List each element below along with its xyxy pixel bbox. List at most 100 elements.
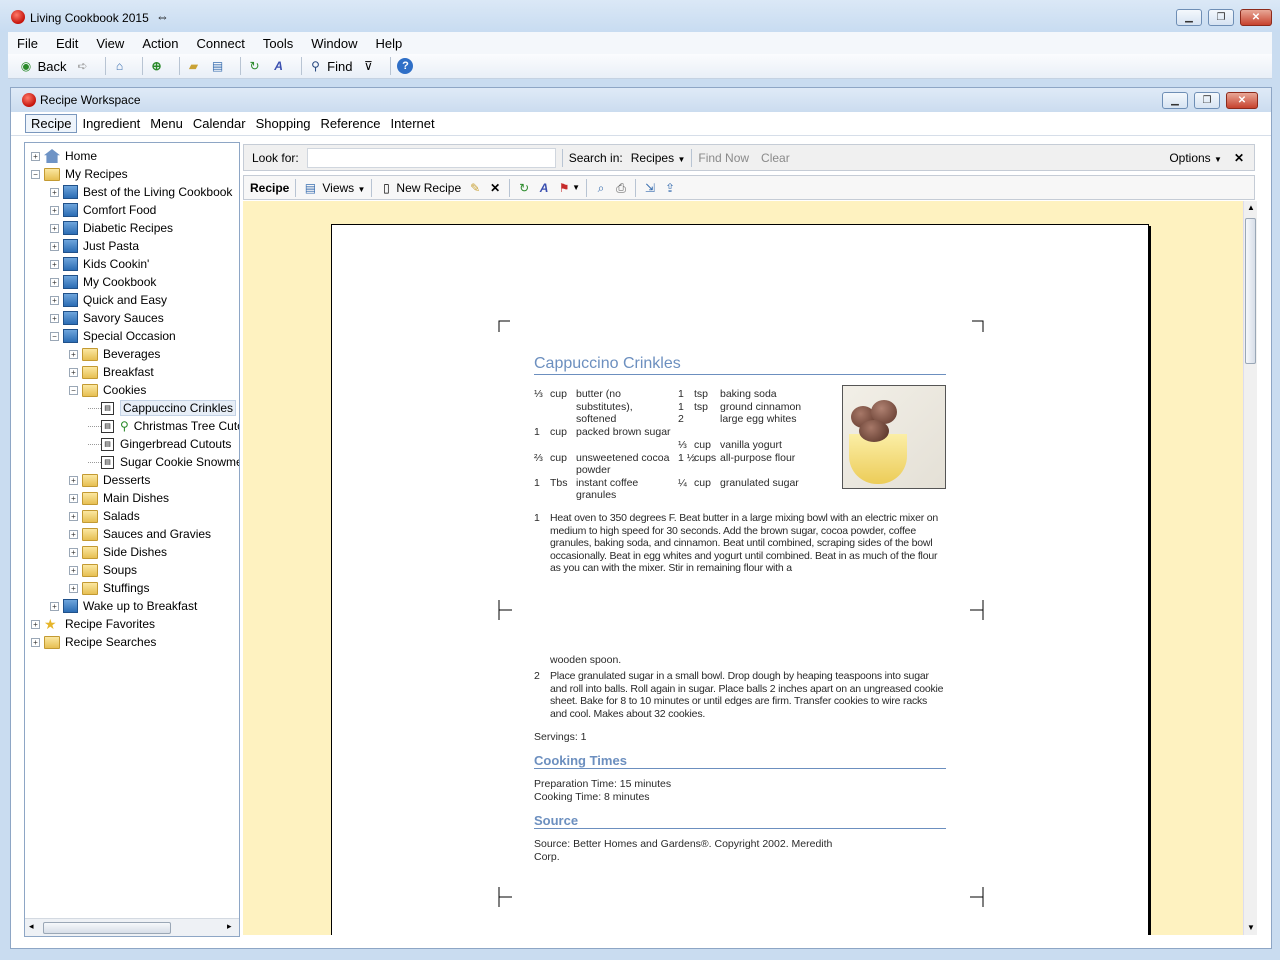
- restore-button[interactable]: ❐: [1208, 9, 1234, 26]
- tab-recipe[interactable]: Recipe: [25, 114, 78, 133]
- tree-item[interactable]: + Salads: [69, 507, 140, 525]
- expand-icon[interactable]: +: [69, 547, 78, 557]
- tree-item[interactable]: + Kids Cookin': [50, 255, 149, 273]
- tree-item[interactable]: + Soups: [69, 561, 137, 579]
- tree-item[interactable]: + Desserts: [69, 471, 150, 489]
- preview-vertical-scrollbar[interactable]: ▲ ▼: [1243, 201, 1257, 935]
- delete-icon[interactable]: ✕: [487, 180, 503, 196]
- expand-icon[interactable]: +: [69, 475, 78, 485]
- menu-edit[interactable]: Edit: [47, 36, 87, 51]
- expand-icon[interactable]: +: [50, 223, 59, 233]
- menu-help[interactable]: Help: [366, 36, 411, 51]
- menu-action[interactable]: Action: [133, 36, 187, 51]
- recipe-tree[interactable]: + Home − My Recipes + Best of the Living Cook…: [24, 142, 240, 937]
- expand-icon[interactable]: +: [69, 583, 78, 593]
- tab-shopping[interactable]: Shopping: [251, 115, 316, 132]
- back-button[interactable]: ◉ Back: [18, 58, 67, 74]
- expand-icon[interactable]: +: [69, 367, 78, 377]
- share-icon[interactable]: ⇪: [662, 180, 678, 196]
- expand-icon[interactable]: +: [50, 259, 59, 269]
- refresh-icon[interactable]: ↻: [516, 180, 532, 196]
- tab-internet[interactable]: Internet: [386, 115, 440, 132]
- expand-icon[interactable]: +: [69, 529, 78, 539]
- expand-icon[interactable]: +: [50, 295, 59, 305]
- export-icon[interactable]: ⇲: [642, 180, 658, 196]
- expand-icon[interactable]: +: [69, 493, 78, 503]
- minimize-button[interactable]: ▁: [1176, 9, 1202, 26]
- options-dropdown[interactable]: Options ▼: [1169, 151, 1222, 165]
- tree-item[interactable]: + Breakfast: [69, 363, 154, 381]
- preview-scroll-thumb[interactable]: [1245, 218, 1256, 364]
- scroll-right-icon[interactable]: ▸: [227, 921, 232, 932]
- expand-icon[interactable]: +: [69, 511, 78, 521]
- tree-item[interactable]: ▤ Sugar Cookie Snowmen: [88, 453, 239, 471]
- tree-item[interactable]: ▤ Cappuccino Crinkles: [88, 399, 237, 417]
- workspace-restore-button[interactable]: ❐: [1194, 92, 1220, 109]
- spell-check-icon[interactable]: A: [271, 58, 287, 74]
- filter-icon[interactable]: ⊽: [360, 58, 376, 74]
- collapse-icon[interactable]: −: [50, 331, 59, 341]
- tree-item[interactable]: + Recipe Searches: [31, 633, 156, 651]
- tab-calendar[interactable]: Calendar: [188, 115, 251, 132]
- close-button[interactable]: ✕: [1240, 9, 1272, 26]
- tree-item[interactable]: + Home: [31, 147, 97, 165]
- tab-reference[interactable]: Reference: [316, 115, 386, 132]
- find-button[interactable]: ⚲ Find: [308, 58, 352, 74]
- expand-icon[interactable]: +: [50, 313, 59, 323]
- menu-window[interactable]: Window: [302, 36, 366, 51]
- home-icon[interactable]: ⌂: [112, 58, 128, 74]
- workspace-close-button[interactable]: ✕: [1226, 92, 1258, 109]
- edit-icon[interactable]: ✎: [467, 180, 483, 196]
- new-recipe-button[interactable]: New Recipe: [396, 181, 461, 195]
- clear-button[interactable]: Clear: [761, 151, 790, 165]
- tree-item[interactable]: + Beverages: [69, 345, 160, 363]
- expand-icon[interactable]: +: [69, 565, 78, 575]
- refresh-icon[interactable]: ↻: [247, 58, 263, 74]
- scroll-left-icon[interactable]: ◂: [29, 921, 34, 932]
- find-now-button[interactable]: Find Now: [698, 151, 749, 165]
- expand-icon[interactable]: +: [31, 619, 40, 629]
- workspace-minimize-button[interactable]: ▁: [1162, 92, 1188, 109]
- tree-item[interactable]: + My Cookbook: [50, 273, 156, 291]
- tree-item[interactable]: − My Recipes: [31, 165, 128, 183]
- open-folder-icon[interactable]: ▰: [186, 58, 202, 74]
- chevron-down-icon[interactable]: ▼: [572, 183, 580, 192]
- tree-item[interactable]: + Quick and Easy: [50, 291, 167, 309]
- flag-icon[interactable]: ⚑: [556, 180, 572, 196]
- tree-item[interactable]: + Side Dishes: [69, 543, 167, 561]
- close-search-icon[interactable]: ✕: [1234, 151, 1244, 165]
- expand-icon[interactable]: +: [50, 241, 59, 251]
- expand-icon[interactable]: +: [69, 349, 78, 359]
- tree-item[interactable]: + Main Dishes: [69, 489, 169, 507]
- menu-view[interactable]: View: [87, 36, 133, 51]
- expand-icon[interactable]: +: [50, 205, 59, 215]
- tab-ingredient[interactable]: Ingredient: [77, 115, 145, 132]
- scroll-down-icon[interactable]: ▼: [1247, 923, 1255, 932]
- tree-item[interactable]: + Diabetic Recipes: [50, 219, 173, 237]
- scroll-up-icon[interactable]: ▲: [1247, 203, 1255, 212]
- expand-icon[interactable]: +: [50, 187, 59, 197]
- tree-item[interactable]: − Cookies: [69, 381, 146, 399]
- tree-item[interactable]: + Comfort Food: [50, 201, 156, 219]
- panel-icon[interactable]: ▤: [210, 58, 226, 74]
- print-preview-icon[interactable]: ⌕: [593, 180, 609, 196]
- add-icon[interactable]: ⊕: [149, 58, 165, 74]
- tab-menu[interactable]: Menu: [145, 115, 188, 132]
- tree-item[interactable]: − Special Occasion: [50, 327, 176, 345]
- expand-icon[interactable]: +: [50, 601, 59, 611]
- tree-item[interactable]: ▤ ⚲ Christmas Tree Cutou: [88, 417, 239, 435]
- spell-check-icon[interactable]: A: [536, 180, 552, 196]
- forward-icon[interactable]: ➪: [75, 58, 91, 74]
- menu-tools[interactable]: Tools: [254, 36, 302, 51]
- tree-item[interactable]: + Best of the Living Cookbook: [50, 183, 232, 201]
- help-icon[interactable]: ?: [397, 58, 414, 74]
- collapse-icon[interactable]: −: [31, 169, 40, 179]
- expand-icon[interactable]: +: [31, 637, 40, 647]
- tree-item[interactable]: + Sauces and Gravies: [69, 525, 211, 543]
- expand-icon[interactable]: +: [31, 151, 40, 161]
- tree-horizontal-scrollbar[interactable]: ◂ ▸: [25, 918, 239, 936]
- print-icon[interactable]: ⎙: [613, 180, 629, 196]
- tree-item[interactable]: + Wake up to Breakfast: [50, 597, 197, 615]
- search-scope-dropdown[interactable]: Recipes ▼: [631, 151, 686, 165]
- tree-item[interactable]: + Savory Sauces: [50, 309, 164, 327]
